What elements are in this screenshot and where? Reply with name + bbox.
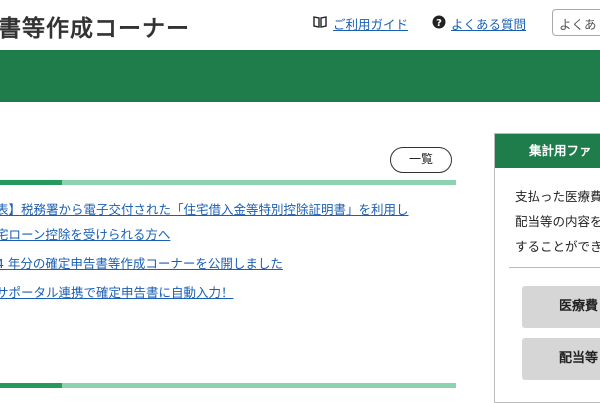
panel-text-line: することができ: [515, 239, 600, 254]
news-item[interactable]: サポータル連携で確定申告書に自動入力！: [0, 285, 234, 301]
site-header: 書等作成コーナー ご利用ガイド ? よくある質問 よくあ: [0, 0, 600, 50]
panel-divider: [509, 267, 600, 268]
faq-link[interactable]: よくある質問: [451, 14, 526, 33]
news-divider-bottom: [0, 383, 456, 388]
news-divider-top: [0, 180, 456, 185]
news-item[interactable]: 表】税務署から電子交付された「住宅借入金等特別控除証明書」を利用し: [0, 202, 409, 218]
panel-text-line: 支払った医療費: [515, 189, 600, 204]
panel-title: 集計用ファ: [495, 134, 600, 168]
global-nav-bar: [0, 50, 600, 102]
panel-text-line: 配当等の内容を: [515, 214, 600, 229]
question-circle-icon: ?: [432, 15, 446, 29]
search-input[interactable]: よくあ: [552, 9, 600, 36]
site-title: 書等作成コーナー: [0, 16, 190, 42]
news-item-continued[interactable]: 宅ローン控除を受けられる方へ: [0, 227, 170, 243]
aggregation-file-panel: 集計用ファ 支払った医療費 配当等の内容を することができ 医療費 配当等: [494, 133, 600, 403]
dividend-button[interactable]: 配当等: [522, 338, 600, 380]
book-icon: [313, 16, 327, 28]
news-item[interactable]: 4 年分の確定申告書等作成コーナーを公開しました: [0, 256, 283, 272]
medical-expense-button[interactable]: 医療費: [522, 286, 600, 328]
svg-text:?: ?: [436, 18, 442, 29]
news-list-button[interactable]: 一覧: [390, 147, 452, 173]
guide-link[interactable]: ご利用ガイド: [333, 14, 408, 33]
